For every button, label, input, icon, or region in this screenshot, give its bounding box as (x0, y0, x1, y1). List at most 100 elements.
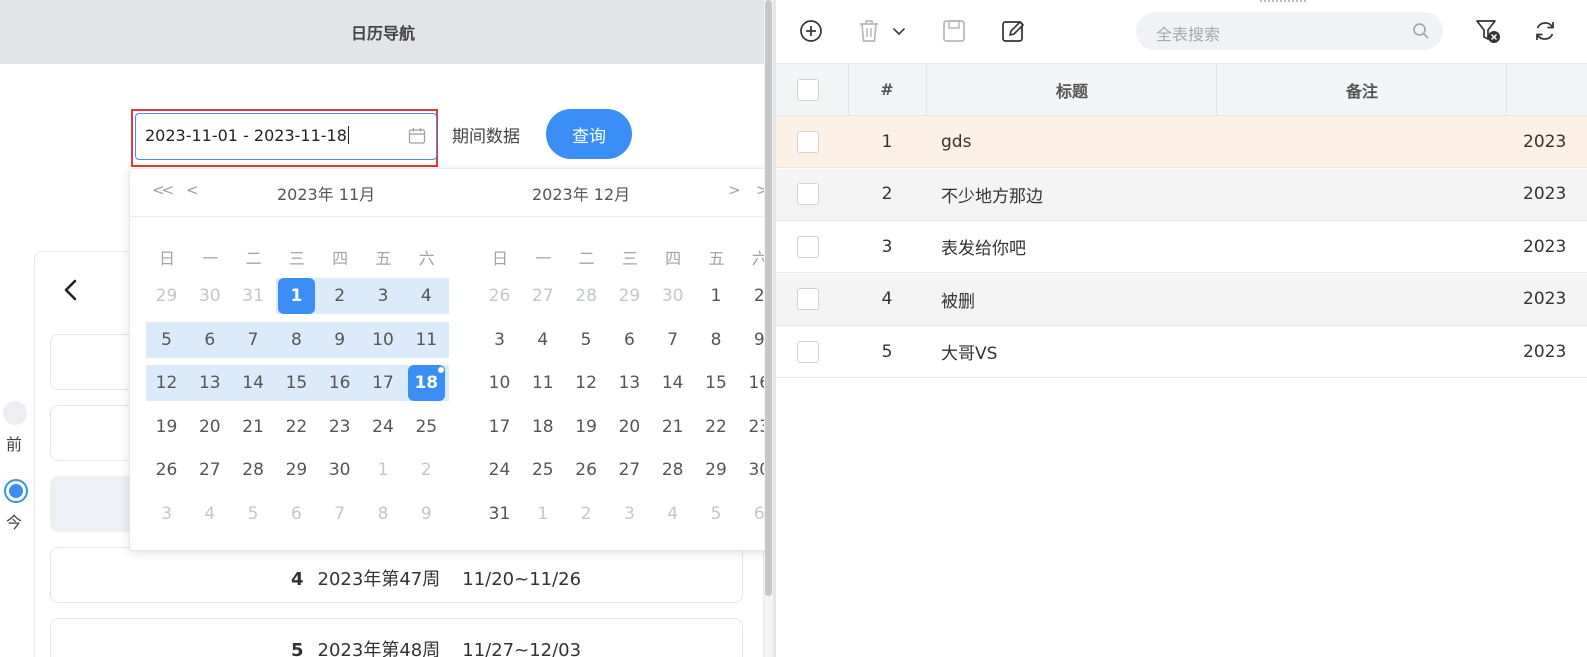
calendar-day[interactable]: 10 (478, 365, 521, 401)
resize-grip[interactable] (1260, 0, 1306, 4)
calendar-day[interactable]: 5 (145, 322, 188, 358)
calendar-day[interactable]: 27 (521, 278, 564, 314)
edit-icon[interactable] (1000, 17, 1026, 45)
calendar-day[interactable]: 15 (275, 365, 318, 401)
calendar-day[interactable]: 2 (565, 496, 608, 532)
row-title[interactable]: 表发给你吧 (927, 221, 1217, 272)
add-icon[interactable] (798, 17, 824, 45)
calendar-day[interactable]: 29 (145, 278, 188, 314)
table-row[interactable]: 4 被删 2023 (776, 273, 1587, 326)
calendar-day[interactable]: 24 (362, 409, 405, 445)
calendar-day[interactable]: 5 (565, 322, 608, 358)
calendar-day[interactable]: 15 (695, 365, 738, 401)
table-row[interactable]: 1 gds 2023 (776, 116, 1587, 168)
calendar-day[interactable]: 14 (651, 365, 694, 401)
next-month-icon[interactable]: > (728, 181, 740, 199)
calendar-day[interactable]: 20 (188, 409, 231, 445)
calendar-day[interactable]: 23 (318, 409, 361, 445)
calendar-day[interactable]: 13 (188, 365, 231, 401)
header-num[interactable]: # (848, 64, 926, 115)
row-checkbox[interactable] (797, 130, 819, 153)
calendar-day[interactable]: 25 (521, 452, 564, 488)
calendar-day[interactable]: 31 (232, 278, 275, 314)
calendar-day[interactable]: 6 (188, 322, 231, 358)
calendar-day[interactable]: 8 (695, 322, 738, 358)
row-date[interactable]: 2023 (1507, 326, 1587, 377)
chevron-down-icon[interactable] (890, 17, 908, 45)
calendar-day[interactable]: 1 (521, 496, 564, 532)
today-radio[interactable] (4, 479, 28, 503)
calendar-day[interactable]: 26 (565, 452, 608, 488)
query-button[interactable]: 查询 (546, 109, 632, 159)
chevron-left-icon[interactable] (60, 276, 82, 304)
row-checkbox[interactable] (797, 235, 819, 258)
prev-radio[interactable] (3, 401, 27, 425)
table-row[interactable]: 3 表发给你吧 2023 (776, 221, 1587, 273)
row-checkbox[interactable] (797, 288, 819, 310)
row-note[interactable] (1217, 274, 1507, 325)
row-checkbox[interactable] (797, 340, 819, 363)
calendar-day[interactable]: 25 (405, 409, 448, 445)
calendar-day[interactable]: 2 (405, 452, 448, 488)
calendar-day[interactable]: 16 (318, 365, 361, 401)
filter-clear-icon[interactable] (1474, 17, 1502, 45)
calendar-day[interactable]: 31 (478, 496, 521, 532)
calendar-day[interactable]: 3 (478, 322, 521, 358)
calendar-day[interactable]: 6 (608, 322, 651, 358)
calendar-day[interactable]: 24 (478, 452, 521, 488)
row-date[interactable]: 2023 (1507, 221, 1587, 272)
calendar-day[interactable]: 22 (275, 409, 318, 445)
calendar-day[interactable]: 14 (232, 365, 275, 401)
date-range-input[interactable]: 2023-11-01 - 2023-11-18 (135, 113, 437, 160)
calendar-day[interactable]: 17 (362, 365, 405, 401)
calendar-day[interactable]: 7 (232, 322, 275, 358)
calendar-day[interactable]: 9 (318, 322, 361, 358)
calendar-day[interactable]: 11 (521, 365, 564, 401)
table-search-box[interactable]: 全表搜索 (1136, 12, 1443, 50)
scroll-thumb[interactable] (765, 0, 772, 596)
calendar-day[interactable]: 9 (405, 496, 448, 532)
row-title[interactable]: 不少地方那边 (927, 169, 1217, 220)
calendar-day[interactable]: 27 (608, 452, 651, 488)
calendar-day[interactable]: 12 (565, 365, 608, 401)
table-row[interactable]: 2 不少地方那边 2023 (776, 168, 1587, 221)
select-all-checkbox[interactable] (797, 78, 819, 101)
delete-icon[interactable] (856, 17, 882, 45)
calendar-day[interactable]: 13 (608, 365, 651, 401)
left-scrollbar[interactable] (764, 0, 773, 657)
row-title[interactable]: gds (927, 116, 1217, 167)
refresh-icon[interactable] (1532, 17, 1558, 45)
calendar-icon[interactable] (408, 127, 426, 145)
range-start-day[interactable]: 1 (277, 278, 315, 314)
calendar-day[interactable]: 5 (232, 496, 275, 532)
calendar-day[interactable]: 26 (145, 452, 188, 488)
calendar-day[interactable]: 7 (651, 322, 694, 358)
calendar-day[interactable]: 3 (145, 496, 188, 532)
calendar-day[interactable]: 29 (695, 452, 738, 488)
calendar-day[interactable]: 28 (651, 452, 694, 488)
row-title[interactable]: 大哥VS (927, 326, 1217, 377)
calendar-day[interactable]: 30 (318, 452, 361, 488)
row-date[interactable]: 2023 (1507, 169, 1587, 220)
calendar-day[interactable]: 8 (275, 322, 318, 358)
table-row[interactable]: 5 大哥VS 2023 (776, 326, 1587, 378)
search-icon[interactable] (1412, 22, 1430, 40)
row-checkbox[interactable] (797, 183, 819, 205)
calendar-day[interactable]: 2 (318, 278, 361, 314)
calendar-day[interactable]: 17 (478, 409, 521, 445)
calendar-day[interactable]: 10 (362, 322, 405, 358)
row-title[interactable]: 被删 (927, 274, 1217, 325)
calendar-day[interactable]: 19 (145, 409, 188, 445)
calendar-day[interactable]: 19 (565, 409, 608, 445)
calendar-day[interactable]: 28 (565, 278, 608, 314)
calendar-day[interactable]: 30 (651, 278, 694, 314)
calendar-day[interactable]: 26 (478, 278, 521, 314)
calendar-day[interactable]: 4 (188, 496, 231, 532)
calendar-day[interactable]: 27 (188, 452, 231, 488)
week-card[interactable]: 5 2023年第48周 11/27~12/03 (50, 618, 743, 657)
header-title[interactable]: 标题 (927, 64, 1217, 115)
calendar-day[interactable]: 4 (651, 496, 694, 532)
row-note[interactable] (1217, 326, 1507, 377)
calendar-day[interactable]: 4 (521, 322, 564, 358)
calendar-day[interactable]: 5 (695, 496, 738, 532)
